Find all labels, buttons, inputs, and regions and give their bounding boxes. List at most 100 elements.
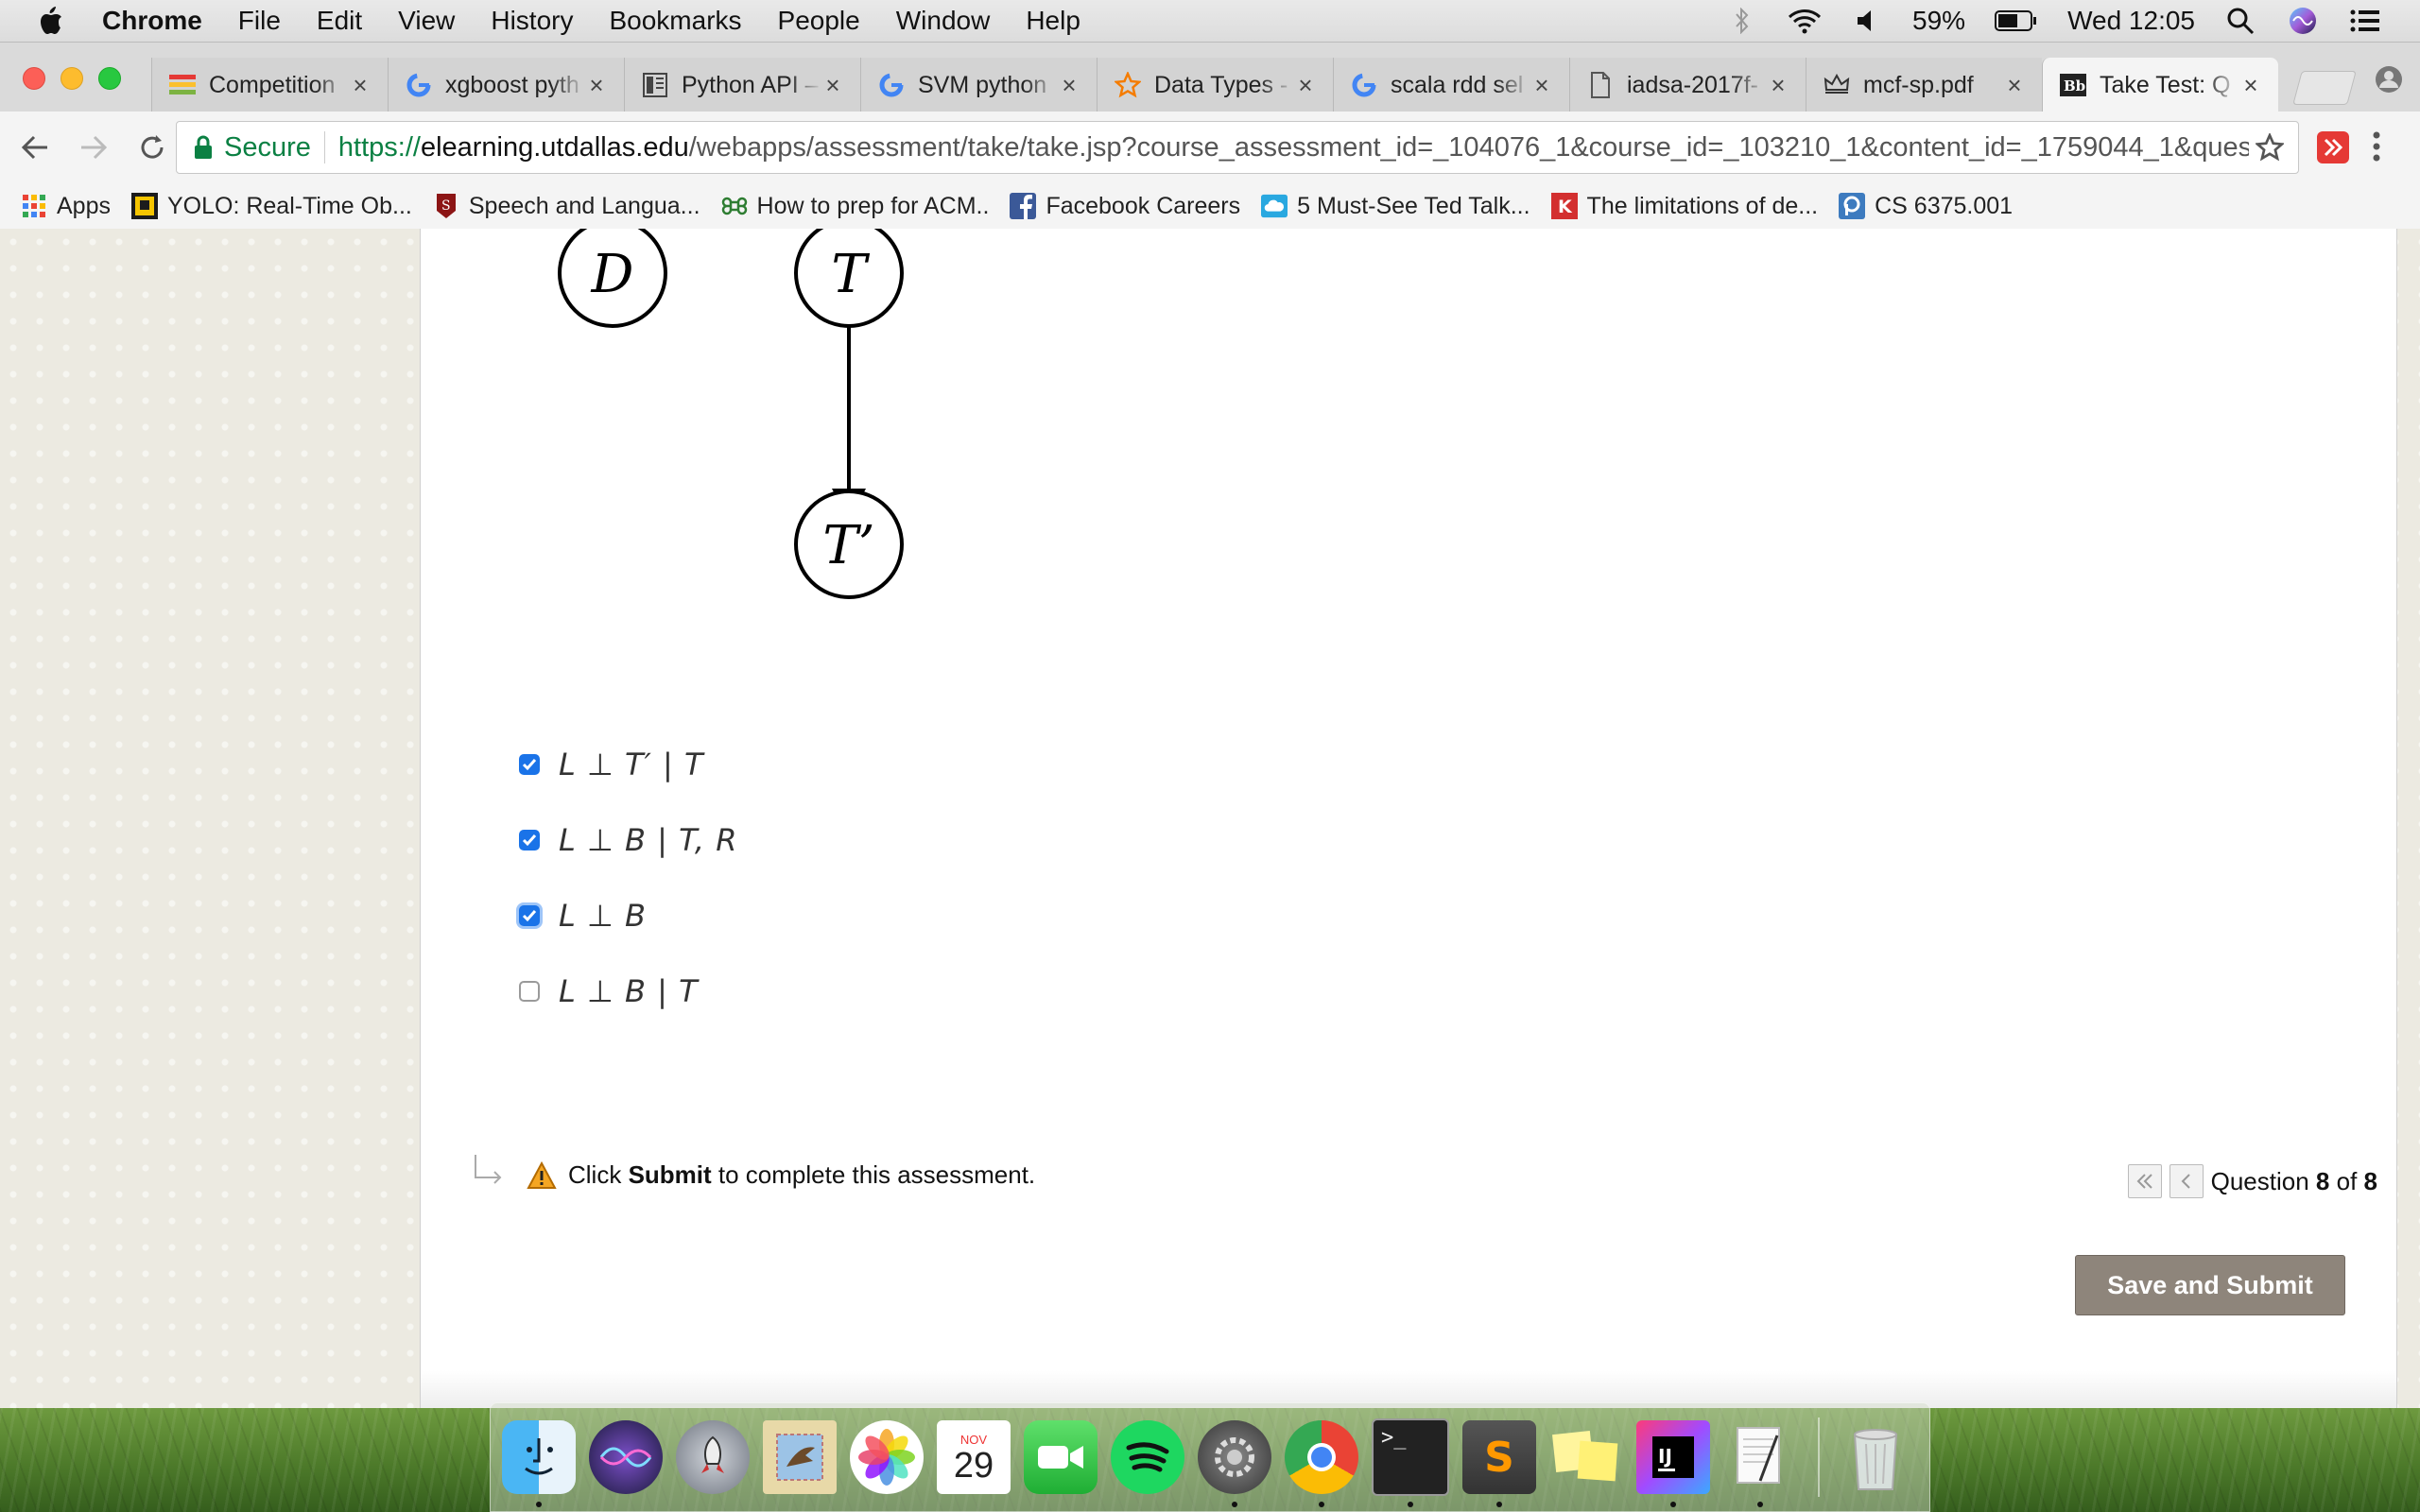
bookmark-label: 5 Must-See Ted Talk... bbox=[1297, 192, 1530, 219]
tab-close-icon[interactable]: × bbox=[2004, 71, 2025, 100]
option-1[interactable]: L ⊥ T′ | T bbox=[519, 747, 704, 782]
warning-icon bbox=[527, 1160, 557, 1190]
menu-edit[interactable]: Edit bbox=[317, 6, 362, 36]
calendar-icon[interactable]: NOV 29 bbox=[937, 1420, 1011, 1494]
save-and-submit-button[interactable]: Save and Submit bbox=[2075, 1255, 2345, 1315]
menu-people[interactable]: People bbox=[778, 6, 860, 36]
node-t-prime-label: T’ bbox=[822, 515, 874, 576]
extension-icon[interactable] bbox=[2316, 130, 2350, 169]
menu-help[interactable]: Help bbox=[1026, 6, 1080, 36]
tab-take-test[interactable]: Bb Take Test: Q × bbox=[2042, 58, 2278, 112]
bookmark-cs6375[interactable]: CS 6375.001 bbox=[1839, 193, 2013, 220]
tab-close-icon[interactable]: × bbox=[2240, 71, 2261, 100]
bookmark-star-icon[interactable] bbox=[2249, 133, 2290, 162]
tab-data-types[interactable]: Data Types - × bbox=[1097, 58, 1333, 112]
option-2[interactable]: L ⊥ B | T, R bbox=[519, 822, 737, 858]
notification-center-icon[interactable] bbox=[2348, 6, 2382, 36]
bookmark-apps[interactable]: Apps bbox=[21, 193, 111, 220]
tab-competition[interactable]: Competition × bbox=[151, 58, 388, 112]
tab-scala-rdd[interactable]: scala rdd sel × bbox=[1333, 58, 1569, 112]
forward-button[interactable] bbox=[70, 124, 117, 171]
tab-close-icon[interactable]: × bbox=[1059, 71, 1080, 100]
siri-icon[interactable] bbox=[2286, 6, 2320, 36]
bookmark-acm-prep[interactable]: How to prep for ACM.. bbox=[721, 193, 989, 220]
tab-close-icon[interactable]: × bbox=[822, 71, 843, 100]
tab-close-icon[interactable]: × bbox=[1768, 71, 1789, 100]
close-window-button[interactable] bbox=[23, 67, 45, 90]
calendar-day: 29 bbox=[953, 1445, 994, 1486]
apple-menu-icon[interactable] bbox=[36, 5, 74, 37]
tab-close-icon[interactable]: × bbox=[1531, 71, 1552, 100]
crown-favicon-icon bbox=[1824, 72, 1850, 98]
option-2-checkbox[interactable] bbox=[519, 830, 540, 850]
lock-icon[interactable] bbox=[194, 135, 213, 160]
menu-history[interactable]: History bbox=[491, 6, 573, 36]
textedit-icon[interactable] bbox=[1723, 1420, 1797, 1507]
bookmark-ted-talks[interactable]: 5 Must-See Ted Talk... bbox=[1261, 193, 1530, 220]
siri-dock-icon[interactable] bbox=[589, 1420, 663, 1494]
tab-xgboost[interactable]: xgboost pyth × bbox=[388, 58, 624, 112]
stickies-icon[interactable] bbox=[1549, 1420, 1623, 1494]
first-question-button[interactable] bbox=[2127, 1164, 2162, 1198]
bookmark-label: Speech and Langua... bbox=[468, 192, 700, 219]
bluetooth-icon[interactable] bbox=[1725, 6, 1759, 36]
minimize-window-button[interactable] bbox=[60, 67, 83, 90]
tab-python-api[interactable]: Python API – × bbox=[624, 58, 860, 112]
menu-bookmarks[interactable]: Bookmarks bbox=[609, 6, 741, 36]
wifi-icon[interactable] bbox=[1788, 6, 1822, 36]
menu-window[interactable]: Window bbox=[896, 6, 991, 36]
option-2-text: L ⊥ B | T, R bbox=[559, 822, 738, 858]
option-3-checkbox[interactable] bbox=[519, 905, 540, 926]
option-3[interactable]: L ⊥ B bbox=[519, 898, 647, 934]
option-4-checkbox[interactable] bbox=[519, 981, 540, 1002]
bookmark-label: YOLO: Real-Time Ob... bbox=[166, 192, 412, 219]
new-tab-button[interactable] bbox=[2292, 71, 2357, 105]
address-bar[interactable]: Secure https://elearning.utdallas.edu/we… bbox=[176, 121, 2299, 174]
battery-icon[interactable] bbox=[1994, 6, 2039, 36]
bookmark-label: CS 6375.001 bbox=[1875, 192, 2014, 219]
menu-app-name[interactable]: Chrome bbox=[102, 6, 202, 36]
submit-instruction: Click Submit to complete this assessment… bbox=[472, 1153, 1035, 1197]
profile-icon[interactable] bbox=[2375, 65, 2403, 98]
bookmark-yolo[interactable]: YOLO: Real-Time Ob... bbox=[130, 192, 412, 220]
tab-svm-python[interactable]: SVM python × bbox=[860, 58, 1097, 112]
tab-close-icon[interactable]: × bbox=[1295, 71, 1316, 100]
option-1-checkbox[interactable] bbox=[519, 754, 540, 775]
volume-icon[interactable] bbox=[1850, 6, 1884, 36]
launchpad-icon[interactable] bbox=[676, 1420, 750, 1494]
menubar-clock[interactable]: Wed 12:05 bbox=[2067, 6, 2195, 36]
system-preferences-icon[interactable] bbox=[1198, 1420, 1271, 1507]
trash-icon[interactable] bbox=[1839, 1420, 1912, 1494]
photos-icon[interactable] bbox=[850, 1420, 924, 1494]
tab-mcf-sp-pdf[interactable]: mcf-sp.pdf × bbox=[1806, 58, 2042, 112]
spotify-icon[interactable] bbox=[1111, 1420, 1184, 1494]
bookmark-facebook-careers[interactable]: Facebook Careers bbox=[1010, 193, 1240, 220]
tab-iadsa[interactable]: iadsa-2017f- × bbox=[1569, 58, 1806, 112]
reload-button[interactable] bbox=[129, 124, 176, 171]
spotlight-search-icon[interactable] bbox=[2223, 6, 2257, 36]
bookmark-limitations[interactable]: K The limitations of de... bbox=[1550, 193, 1818, 220]
url-text[interactable]: https://elearning.utdallas.edu/webapps/a… bbox=[338, 132, 2249, 163]
tab-close-icon[interactable]: × bbox=[350, 71, 371, 100]
fullscreen-window-button[interactable] bbox=[98, 67, 121, 90]
back-button[interactable] bbox=[11, 124, 59, 171]
mail-icon[interactable] bbox=[763, 1420, 837, 1494]
tab-label: SVM python bbox=[918, 71, 1047, 98]
bookmark-speech-language[interactable]: S Speech and Langua... bbox=[433, 193, 700, 220]
menu-view[interactable]: View bbox=[398, 6, 455, 36]
competition-favicon-icon bbox=[169, 72, 196, 98]
menu-file[interactable]: File bbox=[238, 6, 281, 36]
option-4[interactable]: L ⊥ B | T bbox=[519, 973, 699, 1009]
facetime-icon[interactable] bbox=[1024, 1420, 1098, 1494]
tab-label: mcf-sp.pdf bbox=[1863, 71, 1974, 98]
terminal-icon[interactable]: >_ bbox=[1372, 1418, 1449, 1507]
node-d-label: D bbox=[591, 244, 634, 305]
tab-close-icon[interactable]: × bbox=[586, 71, 607, 100]
chrome-icon[interactable] bbox=[1285, 1420, 1358, 1507]
previous-question-button[interactable] bbox=[2169, 1164, 2204, 1198]
tab-strip: Competition × xgboost pyth × Python API … bbox=[0, 43, 2420, 112]
finder-icon[interactable] bbox=[502, 1420, 576, 1507]
sublime-text-icon[interactable]: S bbox=[1462, 1420, 1536, 1507]
intellij-icon[interactable]: IJ bbox=[1636, 1420, 1710, 1507]
chrome-menu-icon[interactable] bbox=[2371, 130, 2382, 167]
